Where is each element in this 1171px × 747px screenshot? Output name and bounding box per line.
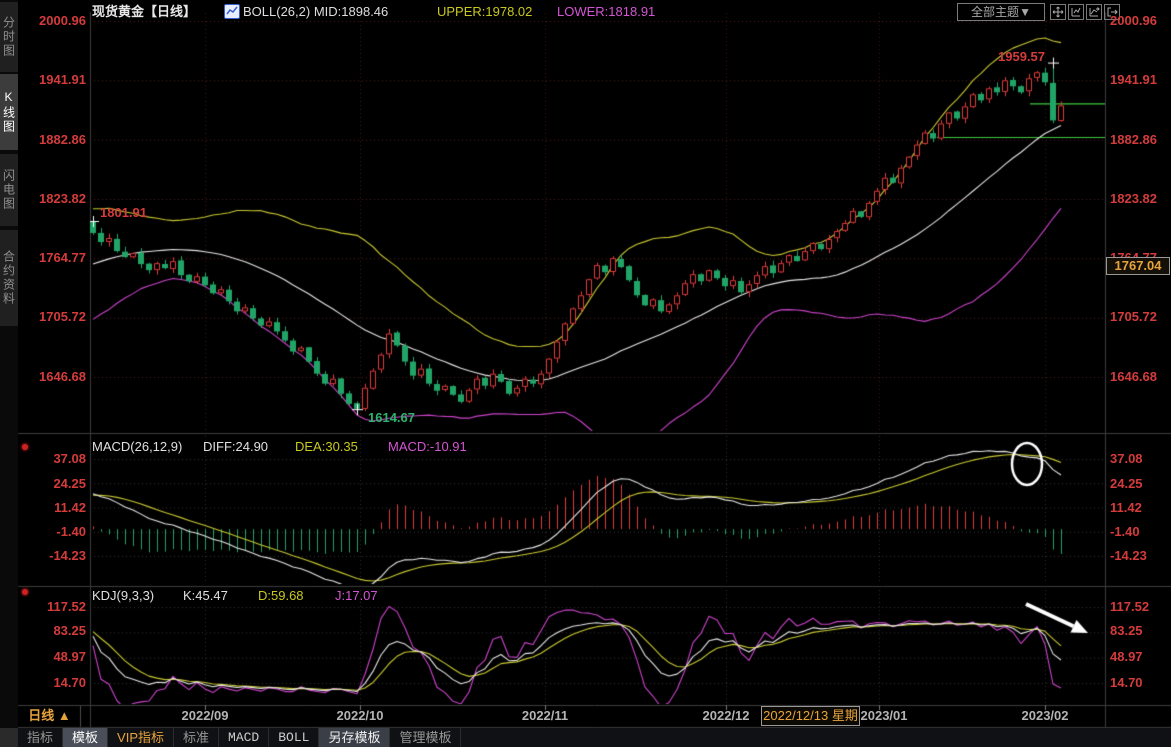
theme-select-button[interactable]: 全部主题▼ — [957, 3, 1045, 21]
tab-templates[interactable]: 模板 — [63, 728, 108, 747]
macd-axis-label: 11.42 — [1110, 501, 1170, 515]
price-axis-label: 1882.86 — [28, 133, 86, 147]
kdj-header: KDJ(9,3,3) — [92, 589, 154, 603]
tab-macd[interactable]: MACD — [219, 728, 269, 747]
candlestick-chart-icon[interactable] — [224, 4, 240, 19]
macd-axis-label: 11.42 — [28, 501, 86, 515]
fit-vertical-axis-button[interactable] — [1068, 4, 1084, 20]
price-axis-label: 1764.77 — [28, 251, 86, 265]
macd-axis-label: -1.40 — [28, 525, 86, 539]
low-price-tag: 1614.67 — [368, 410, 415, 425]
price-axis-label: 1705.72 — [28, 310, 86, 324]
kdj-axis-label: 83.25 — [1110, 624, 1170, 638]
price-axis-label: 1823.82 — [28, 192, 86, 206]
kdj-axis-label: 14.70 — [28, 676, 86, 690]
tab-boll[interactable]: BOLL — [269, 728, 319, 747]
macd-diff-value: DIFF:24.90 — [203, 440, 268, 454]
kdj-pane-settings-icon[interactable] — [22, 589, 28, 595]
kdj-d-value: D:59.68 — [258, 589, 304, 603]
kdj-axis-label: 48.97 — [28, 650, 86, 664]
price-axis-label: 1646.68 — [28, 370, 86, 384]
price-axis-label: 2000.96 — [1110, 14, 1170, 28]
xaxis-date-label: 2022/09 — [182, 708, 229, 723]
selected-date-tag: 2022/12/13 星期二 — [761, 706, 860, 726]
kdj-axis-label: 83.25 — [28, 624, 86, 638]
xaxis-date-label: 2023/02 — [1022, 708, 1069, 723]
pan-mode-button[interactable] — [1050, 4, 1066, 20]
macd-pane-settings-icon[interactable] — [22, 444, 28, 450]
price-axis-label: 1646.68 — [1110, 370, 1170, 384]
kdj-axis-label: 14.70 — [1110, 676, 1170, 690]
xaxis-date-label: 2023/01 — [861, 708, 908, 723]
macd-axis-label: -1.40 — [1110, 525, 1170, 539]
xaxis-date-label: 2022/11 — [522, 708, 568, 723]
high-price-tag: 1959.57 — [998, 49, 1045, 64]
macd-axis-label: 37.08 — [1110, 452, 1170, 466]
kdj-axis-label: 48.97 — [1110, 650, 1170, 664]
indicator-tabbar: 指标 模板 VIP指标 标准 MACD BOLL 另存模板 管理模板 — [18, 728, 1171, 747]
tab-vip-indicators[interactable]: VIP指标 — [108, 728, 174, 747]
macd-axis-label: 37.08 — [28, 452, 86, 466]
macd-axis-label: -14.23 — [1110, 549, 1170, 563]
triangle-up-icon: ▲ — [58, 708, 71, 723]
boll-lower-value: LOWER:1818.91 — [557, 4, 655, 19]
sidebar-item-kline-chart[interactable]: K线图 — [0, 74, 18, 150]
macd-dea-value: DEA:30.35 — [295, 440, 358, 454]
macd-value: MACD:-10.91 — [388, 440, 467, 454]
boll-upper-value: UPPER:1978.02 — [437, 4, 532, 19]
macd-axis-label: 24.25 — [1110, 477, 1170, 491]
price-axis-label: 1941.91 — [1110, 73, 1170, 87]
instrument-title: 现货黄金【日线】 — [92, 4, 196, 19]
macd-header: MACD(26,12,9) — [92, 440, 182, 454]
price-axis-label: 1705.72 — [1110, 310, 1170, 324]
chart-type-sidebar: 分时图 K线图 闪电图 合约资料 — [0, 0, 18, 747]
macd-axis-label: -14.23 — [28, 549, 86, 563]
crosshair-price-tag: 1767.04 — [1106, 257, 1170, 275]
price-axis-label: 1823.82 — [1110, 192, 1170, 206]
chart-canvas[interactable] — [0, 0, 1171, 747]
chevron-down-icon: ▼ — [1019, 5, 1031, 19]
price-axis-label: 2000.96 — [28, 14, 86, 28]
sidebar-item-contract-info[interactable]: 合约资料 — [0, 230, 18, 326]
tab-manage-template[interactable]: 管理模板 — [390, 728, 461, 747]
price-axis-label: 1941.91 — [28, 73, 86, 87]
kdj-axis-label: 117.52 — [28, 600, 86, 614]
tab-save-template[interactable]: 另存模板 — [319, 728, 390, 747]
tab-indicators[interactable]: 指标 — [18, 728, 63, 747]
tab-standard[interactable]: 标准 — [174, 728, 219, 747]
xaxis-date-label: 2022/12 — [703, 708, 750, 723]
open-price-tag: 1801.91 — [100, 205, 147, 220]
period-selector[interactable]: 日线 ▲ — [19, 706, 81, 726]
price-axis-label: 1882.86 — [1110, 133, 1170, 147]
sidebar-item-flash-chart[interactable]: 闪电图 — [0, 154, 18, 226]
kdj-axis-label: 117.52 — [1110, 600, 1170, 614]
kdj-k-value: K:45.47 — [183, 589, 228, 603]
fit-horizontal-axis-button[interactable] — [1086, 4, 1102, 20]
macd-axis-label: 24.25 — [28, 477, 86, 491]
trading-terminal: 分时图 K线图 闪电图 合约资料 现货黄金【日线】 BOLL(26,2) MID… — [0, 0, 1171, 747]
sidebar-item-time-chart[interactable]: 分时图 — [0, 2, 18, 72]
xaxis-date-label: 2022/10 — [337, 708, 384, 723]
boll-mid-value: BOLL(26,2) MID:1898.46 — [243, 4, 388, 19]
sidebar-bottom-block — [0, 728, 18, 747]
kdj-j-value: J:17.07 — [335, 589, 378, 603]
